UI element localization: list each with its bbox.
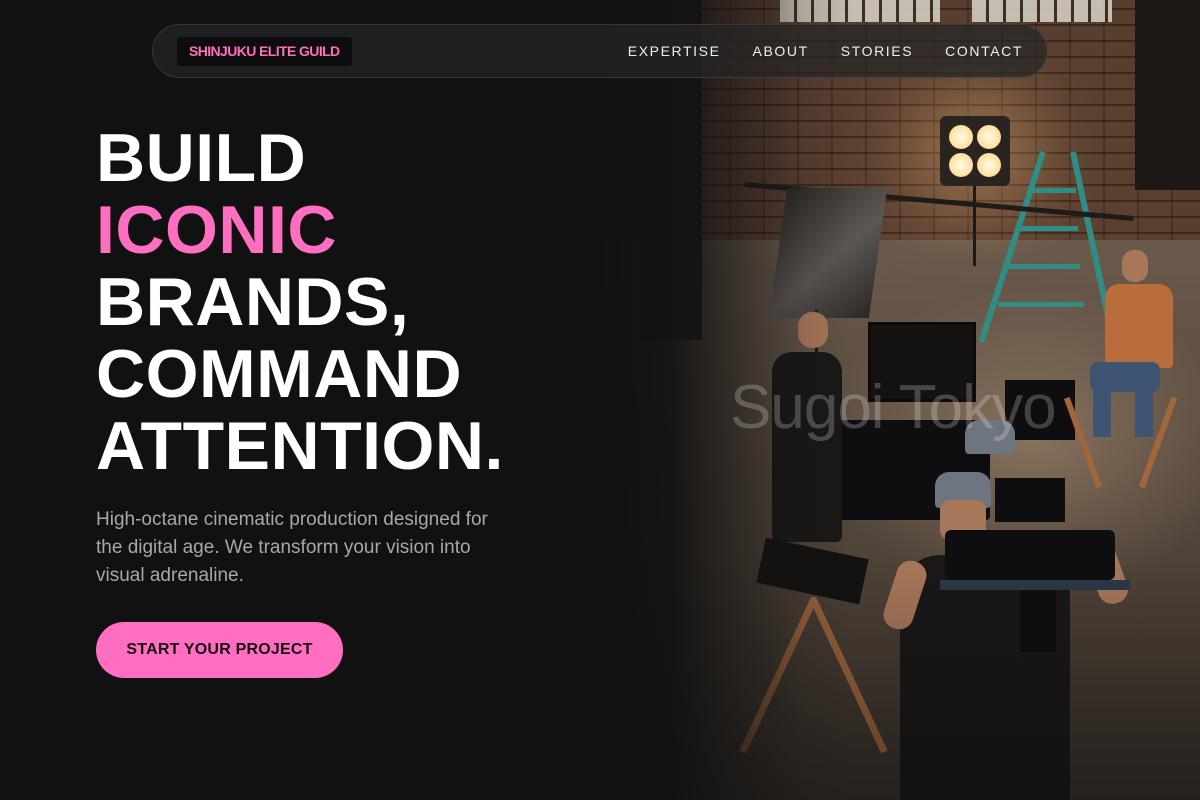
light-stand [973,186,976,266]
hero-headline: BUILD ICONIC BRANDS, COMMAND ATTENTION. [96,122,504,482]
hero-subtext: High-octane cinematic production designe… [96,509,488,586]
camera-gimbal [940,580,1130,590]
headline-line: COMMAND [96,336,463,412]
start-project-button[interactable]: START YOUR PROJECT [96,622,343,678]
warehouse-window [972,0,1112,22]
headline-line: BUILD [96,120,307,196]
camera-body [1020,590,1056,652]
black-curtain [1135,0,1200,190]
camera-monitor [995,478,1065,522]
studio-light-icon [940,116,1010,186]
ladder-step [1020,226,1078,231]
ladder-step [998,302,1084,307]
softbox [768,188,888,318]
ladder-step [1032,188,1076,193]
warehouse-window [780,0,940,22]
headline-line: ATTENTION. [96,408,504,484]
nav-links: EXPERTISE ABOUT STORIES CONTACT [628,25,1023,77]
ladder-step [1008,264,1080,269]
top-nav: SHINJUKU ELITE GUILD EXPERTISE ABOUT STO… [152,24,1048,78]
headline-line: BRANDS, [96,264,410,340]
image-watermark: Sugoi Tokyo [730,373,1057,442]
nav-link-stories[interactable]: STORIES [841,43,913,59]
nav-link-contact[interactable]: CONTACT [945,43,1023,59]
brand-logo[interactable]: SHINJUKU ELITE GUILD [177,37,352,66]
headline-accent-line: ICONIC [96,192,337,268]
camera-rig [945,530,1115,580]
page: Sugoi Tokyo SHINJUKU ELITE GUILD EXPERTI… [0,0,1200,800]
nav-link-expertise[interactable]: EXPERTISE [628,43,721,59]
nav-link-about[interactable]: ABOUT [753,43,809,59]
